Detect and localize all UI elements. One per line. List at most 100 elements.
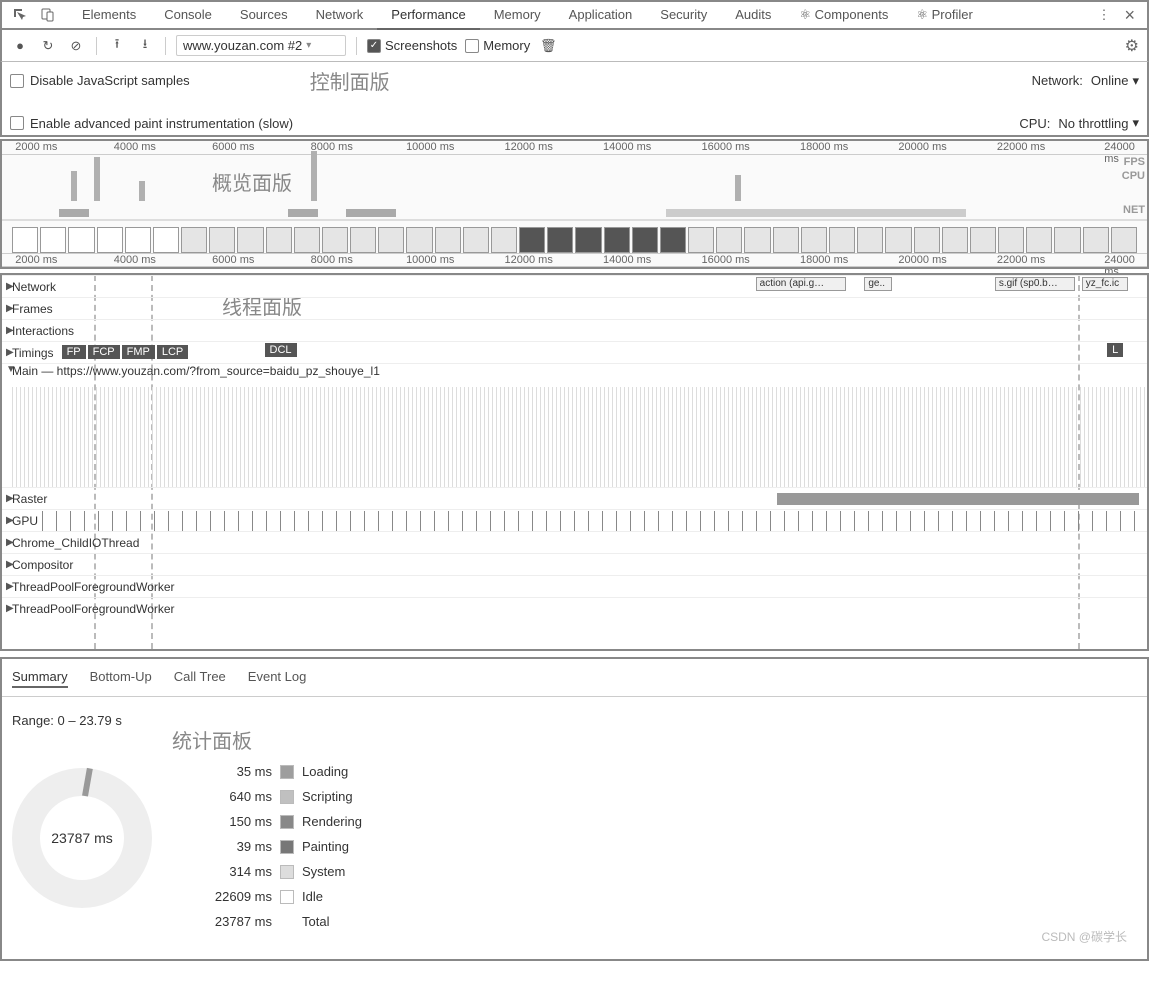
expand-icon[interactable]: ▶: [2, 537, 12, 548]
screenshot-thumbnail[interactable]: [97, 227, 123, 253]
screenshot-thumbnail[interactable]: [632, 227, 658, 253]
collect-garbage-icon[interactable]: 🗑: [538, 36, 558, 56]
subtab-bottom-up[interactable]: Bottom-Up: [90, 667, 152, 688]
expand-icon[interactable]: ▶: [2, 493, 12, 504]
tab-sources[interactable]: Sources: [226, 1, 302, 30]
screenshots-checkbox[interactable]: ✓ Screenshots: [367, 38, 457, 53]
subtab-event-log[interactable]: Event Log: [248, 667, 307, 688]
dcl-badge[interactable]: DCL: [265, 343, 297, 357]
subtab-call-tree[interactable]: Call Tree: [174, 667, 226, 688]
tab-elements[interactable]: Elements: [68, 1, 150, 30]
flame-chart-panel[interactable]: 线程面版 ▶ Network action (api.g… ge.. s.gif…: [0, 273, 1149, 651]
screenshot-thumbnail[interactable]: [575, 227, 601, 253]
tab--components[interactable]: ⚛ Components: [785, 1, 902, 30]
screenshot-thumbnail[interactable]: [547, 227, 573, 253]
compositor-track[interactable]: ▶ Compositor: [2, 553, 1147, 575]
screenshot-thumbnail[interactable]: [181, 227, 207, 253]
network-item[interactable]: yz_fc.ic: [1082, 277, 1128, 291]
overview-panel[interactable]: 2000 ms4000 ms6000 ms8000 ms10000 ms1200…: [0, 139, 1149, 269]
expand-icon[interactable]: ▶: [2, 515, 12, 526]
screenshot-thumbnail[interactable]: [463, 227, 489, 253]
screenshot-thumbnail[interactable]: [1054, 227, 1080, 253]
timings-track[interactable]: ▶ Timings FPFCPFMPLCP DCL L: [2, 341, 1147, 363]
screenshot-thumbnail[interactable]: [660, 227, 686, 253]
fcp-badge[interactable]: FCP: [88, 345, 120, 359]
tab-performance[interactable]: Performance: [377, 1, 479, 30]
subtab-summary[interactable]: Summary: [12, 667, 68, 688]
screenshot-thumbnail[interactable]: [237, 227, 263, 253]
tab-memory[interactable]: Memory: [480, 1, 555, 30]
screenshot-thumbnail[interactable]: [829, 227, 855, 253]
screenshot-thumbnail[interactable]: [885, 227, 911, 253]
tpfw-track-2[interactable]: ▶ ThreadPoolForegroundWorker: [2, 597, 1147, 619]
network-track[interactable]: ▶ Network action (api.g… ge.. s.gif (sp0…: [2, 275, 1147, 297]
screenshot-thumbnail[interactable]: [40, 227, 66, 253]
screenshot-thumbnail[interactable]: [1111, 227, 1137, 253]
network-item[interactable]: action (api.g…: [756, 277, 846, 291]
screenshot-thumbnail[interactable]: [773, 227, 799, 253]
fmp-badge[interactable]: FMP: [122, 345, 155, 359]
reload-record-icon[interactable]: ↻: [38, 36, 58, 56]
screenshot-thumbnail[interactable]: [406, 227, 432, 253]
tpfw-track-1[interactable]: ▶ ThreadPoolForegroundWorker: [2, 575, 1147, 597]
expand-icon[interactable]: ▶: [2, 325, 12, 336]
expand-icon[interactable]: ▶: [2, 559, 12, 570]
screenshot-thumbnail[interactable]: [914, 227, 940, 253]
load-profile-icon[interactable]: ⭱: [107, 36, 127, 56]
tab-security[interactable]: Security: [646, 1, 721, 30]
network-throttle-select[interactable]: Online ▾: [1091, 73, 1139, 89]
screenshot-thumbnail[interactable]: [12, 227, 38, 253]
screenshot-thumbnail[interactable]: [519, 227, 545, 253]
collapse-icon[interactable]: ▼: [2, 364, 12, 375]
screenshot-thumbnail[interactable]: [801, 227, 827, 253]
tab-application[interactable]: Application: [555, 1, 647, 30]
screenshot-thumbnail[interactable]: [970, 227, 996, 253]
screenshot-thumbnail[interactable]: [435, 227, 461, 253]
screenshot-thumbnail[interactable]: [604, 227, 630, 253]
disable-js-samples-checkbox[interactable]: Disable JavaScript samples: [10, 73, 190, 88]
capture-settings-icon[interactable]: ⚙: [1125, 36, 1139, 56]
close-devtools-icon[interactable]: ×: [1118, 5, 1141, 26]
recording-select[interactable]: www.youzan.com #2 ▾: [176, 35, 346, 56]
device-toggle-icon[interactable]: [38, 5, 58, 25]
screenshot-thumbnail[interactable]: [153, 227, 179, 253]
screenshot-thumbnail[interactable]: [322, 227, 348, 253]
expand-icon[interactable]: ▶: [2, 347, 12, 358]
screenshot-thumbnail[interactable]: [716, 227, 742, 253]
expand-icon[interactable]: ▶: [2, 603, 12, 614]
screenshot-thumbnail[interactable]: [942, 227, 968, 253]
tab-console[interactable]: Console: [150, 1, 226, 30]
network-item[interactable]: s.gif (sp0.b…: [995, 277, 1075, 291]
load-badge[interactable]: L: [1107, 343, 1123, 357]
interactions-track[interactable]: ▶ Interactions: [2, 319, 1147, 341]
screenshot-thumbnail[interactable]: [68, 227, 94, 253]
screenshot-thumbnail[interactable]: [688, 227, 714, 253]
childio-track[interactable]: ▶ Chrome_ChildIOThread: [2, 531, 1147, 553]
memory-checkbox[interactable]: Memory: [465, 38, 530, 53]
tab-audits[interactable]: Audits: [721, 1, 785, 30]
screenshot-thumbnail[interactable]: [266, 227, 292, 253]
screenshot-thumbnail[interactable]: [378, 227, 404, 253]
screenshot-thumbnail[interactable]: [744, 227, 770, 253]
frames-track[interactable]: ▶ Frames: [2, 297, 1147, 319]
inspect-icon[interactable]: [10, 5, 30, 25]
tab--profiler[interactable]: ⚛ Profiler: [902, 1, 986, 30]
lcp-badge[interactable]: LCP: [157, 345, 188, 359]
screenshot-thumbnail[interactable]: [998, 227, 1024, 253]
screenshot-thumbnail[interactable]: [1083, 227, 1109, 253]
record-icon[interactable]: ●: [10, 36, 30, 56]
screenshot-thumbnail[interactable]: [1026, 227, 1052, 253]
advanced-paint-checkbox[interactable]: Enable advanced paint instrumentation (s…: [10, 116, 293, 131]
expand-icon[interactable]: ▶: [2, 303, 12, 314]
expand-icon[interactable]: ▶: [2, 281, 12, 292]
screenshot-thumbnail[interactable]: [857, 227, 883, 253]
network-item[interactable]: ge..: [864, 277, 892, 291]
tab-network[interactable]: Network: [302, 1, 378, 30]
screenshot-thumbnail[interactable]: [491, 227, 517, 253]
save-profile-icon[interactable]: ⭳: [135, 36, 155, 56]
more-menu-icon[interactable]: ⋮: [1093, 7, 1114, 23]
screenshot-thumbnail[interactable]: [294, 227, 320, 253]
main-thread-track[interactable]: ▼ Main — https://www.youzan.com/?from_so…: [2, 363, 1147, 385]
cpu-throttle-select[interactable]: No throttling ▾: [1058, 115, 1139, 131]
raster-track[interactable]: ▶ Raster: [2, 487, 1147, 509]
